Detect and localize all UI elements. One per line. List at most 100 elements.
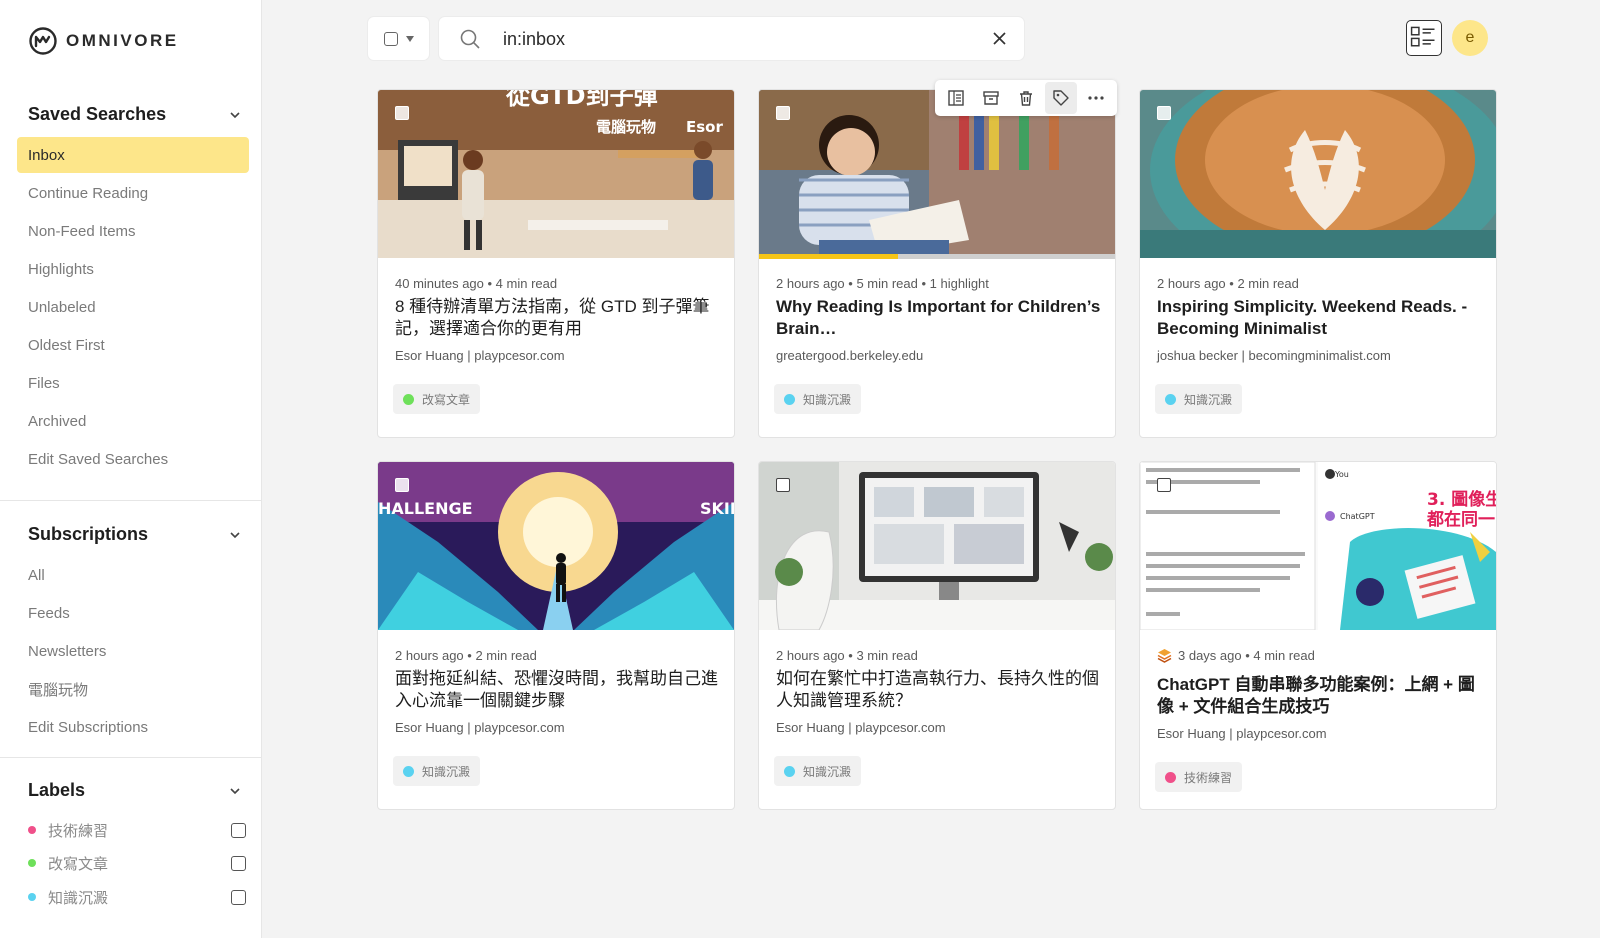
card-source: Esor Huang | playpcesor.com xyxy=(776,720,946,735)
tag-name: 知識沉澱 xyxy=(422,764,471,779)
card-label-tag[interactable]: 知識沉澱 xyxy=(1155,384,1243,414)
card-label-tag[interactable]: 知識沉澱 xyxy=(774,756,862,786)
thumbnail-left-text: HALLENGE xyxy=(378,499,473,518)
article-card[interactable]: 2 hours ago • 2 min read Inspiring Simpl… xyxy=(1139,89,1497,438)
omnivore-logo[interactable]: OMNIVORE xyxy=(28,26,179,56)
card-select-checkbox[interactable] xyxy=(1157,478,1171,492)
trash-icon xyxy=(1019,91,1032,106)
user-avatar[interactable]: e xyxy=(1452,20,1488,56)
caret-down-icon[interactable] xyxy=(405,35,414,42)
tag-name: 知識沉澱 xyxy=(1184,392,1233,407)
card-select-checkbox[interactable] xyxy=(1157,106,1171,120)
chevron-down-icon[interactable] xyxy=(228,528,242,542)
archive-icon xyxy=(983,91,999,105)
article-thumbnail xyxy=(759,462,1115,630)
card-select-checkbox[interactable] xyxy=(395,106,409,120)
chevron-down-icon[interactable] xyxy=(228,784,242,798)
article-card[interactable]: 2 hours ago • 3 min read 如何在繁忙中打造高執行力、長持… xyxy=(758,461,1116,810)
article-thumbnail: You ChatGPT 3. 圖像生 都在同一 xyxy=(1140,462,1496,630)
label-color-dot xyxy=(784,393,795,405)
nav-inbox[interactable]: Inbox xyxy=(17,137,249,173)
card-select-checkbox[interactable] xyxy=(395,478,409,492)
nav-highlights[interactable]: Highlights xyxy=(17,251,249,287)
subscriptions-title: Subscriptions xyxy=(28,524,149,544)
label-name: 技術練習 xyxy=(48,822,109,840)
card-meta-text: 3 days ago • 4 min read xyxy=(1178,648,1315,663)
tag-name: 知識沉澱 xyxy=(803,392,852,407)
nav-archived[interactable]: Archived xyxy=(17,403,249,439)
label-item[interactable]: 技術練習 xyxy=(28,818,246,842)
card-title[interactable]: 如何在繁忙中打造高執行力、長持久性的個人知識管理系統？ xyxy=(776,668,1101,712)
nav-unlabeled[interactable]: Unlabeled xyxy=(17,289,249,325)
saved-searches-title: Saved Searches xyxy=(28,104,167,124)
more-options-button[interactable] xyxy=(1080,82,1112,114)
labels-header[interactable]: Labels xyxy=(28,780,242,801)
nav-newsletters[interactable]: Newsletters xyxy=(17,633,249,669)
article-card[interactable]: 從GTD到子彈 電腦玩物 Esor 40 minutes ago • 4 min… xyxy=(377,89,735,438)
label-checkbox[interactable] xyxy=(231,822,246,838)
thumbnail-caption-text: 電腦玩物 xyxy=(596,118,656,136)
card-meta: 2 hours ago • 2 min read xyxy=(395,648,537,663)
label-item[interactable]: 知識沉澱 xyxy=(28,885,246,909)
card-label-tag[interactable]: 改寫文章 xyxy=(393,384,481,414)
list-view-icon xyxy=(1410,26,1435,47)
label-color-dot xyxy=(1165,393,1176,405)
card-title[interactable]: Inspiring Simplicity. Weekend Reads. - B… xyxy=(1157,296,1482,340)
card-label-tag[interactable]: 技術練習 xyxy=(1155,762,1243,792)
tag-name: 知識沉澱 xyxy=(803,764,852,779)
thumbnail-heading-2: 都在同一 xyxy=(1426,509,1495,530)
nav-continue-reading[interactable]: Continue Reading xyxy=(17,175,249,211)
label-color-dot xyxy=(28,893,36,901)
search-input[interactable] xyxy=(503,26,973,52)
nav-files[interactable]: Files xyxy=(17,365,249,401)
card-title[interactable]: 面對拖延糾結、恐懼沒時間，我幫助自己進入心流靠一個關鍵步驟 xyxy=(395,668,720,712)
nav-edit-subscriptions[interactable]: Edit Subscriptions xyxy=(17,709,249,745)
label-item[interactable]: 改寫文章 xyxy=(28,851,246,875)
article-card[interactable]: You ChatGPT 3. 圖像生 都在同一 3 days ago • 4 m… xyxy=(1139,461,1497,810)
nav-oldest-first[interactable]: Oldest First xyxy=(17,327,249,363)
more-horizontal-icon xyxy=(1087,96,1104,100)
card-meta: 2 hours ago • 5 min read • 1 highlight xyxy=(776,276,989,291)
card-meta: 2 hours ago • 2 min read xyxy=(1157,276,1299,291)
close-icon[interactable] xyxy=(991,30,1008,47)
article-card[interactable]: HALLENGE SKILL 2 hours ago • 2 min read … xyxy=(377,461,735,810)
card-title[interactable]: ChatGPT 自動串聯多功能案例：上網 + 圖像 + 文件組合生成技巧 xyxy=(1157,674,1482,718)
tag-name: 改寫文章 xyxy=(422,392,471,407)
nav-edit-saved-searches[interactable]: Edit Saved Searches xyxy=(17,441,249,477)
card-source: Esor Huang | playpcesor.com xyxy=(395,720,565,735)
nav-non-feed-items[interactable]: Non-Feed Items xyxy=(17,213,249,249)
set-labels-button[interactable] xyxy=(1044,82,1077,114)
card-meta: 3 days ago • 4 min read xyxy=(1157,648,1315,663)
subscriptions-header[interactable]: Subscriptions xyxy=(28,524,242,545)
omnivore-logo-icon xyxy=(29,27,57,55)
select-all-checkbox[interactable] xyxy=(383,31,398,46)
label-checkbox[interactable] xyxy=(231,889,246,905)
nav-subscription-playpcesor[interactable]: 電腦玩物 xyxy=(17,671,249,707)
open-reader-button[interactable] xyxy=(940,82,972,114)
book-open-icon xyxy=(948,90,965,106)
delete-button[interactable] xyxy=(1010,82,1042,114)
app-name: OMNIVORE xyxy=(66,31,179,50)
card-meta: 2 hours ago • 3 min read xyxy=(776,648,918,663)
nav-feeds[interactable]: Feeds xyxy=(17,595,249,631)
card-select-checkbox[interactable] xyxy=(776,478,790,492)
card-label-tag[interactable]: 知識沉澱 xyxy=(774,384,862,414)
labels-title: Labels xyxy=(28,780,86,800)
list-layout-toggle-button[interactable] xyxy=(1406,20,1442,56)
card-label-tag[interactable]: 知識沉澱 xyxy=(393,756,481,786)
card-select-checkbox[interactable] xyxy=(776,106,790,120)
card-source: Esor Huang | playpcesor.com xyxy=(1157,726,1327,741)
card-title[interactable]: 8 種待辦清單方法指南，從 GTD 到子彈筆記，選擇適合你的更有用 xyxy=(395,296,720,340)
archive-button[interactable] xyxy=(975,82,1007,114)
nav-all[interactable]: All xyxy=(17,557,249,593)
select-all-dropdown[interactable] xyxy=(368,17,429,60)
saved-searches-header[interactable]: Saved Searches xyxy=(28,104,242,125)
card-title[interactable]: Why Reading Is Important for Children’s … xyxy=(776,296,1101,340)
thumbnail-title-text: 從GTD到子彈 xyxy=(505,90,658,110)
label-color-dot xyxy=(784,765,795,777)
card-source: greatergood.berkeley.edu xyxy=(776,348,924,363)
label-checkbox[interactable] xyxy=(231,855,246,871)
thumbnail-author-text: Esor xyxy=(686,118,723,136)
article-card[interactable]: 2 hours ago • 5 min read • 1 highlight W… xyxy=(758,89,1116,438)
chevron-down-icon[interactable] xyxy=(228,108,242,122)
